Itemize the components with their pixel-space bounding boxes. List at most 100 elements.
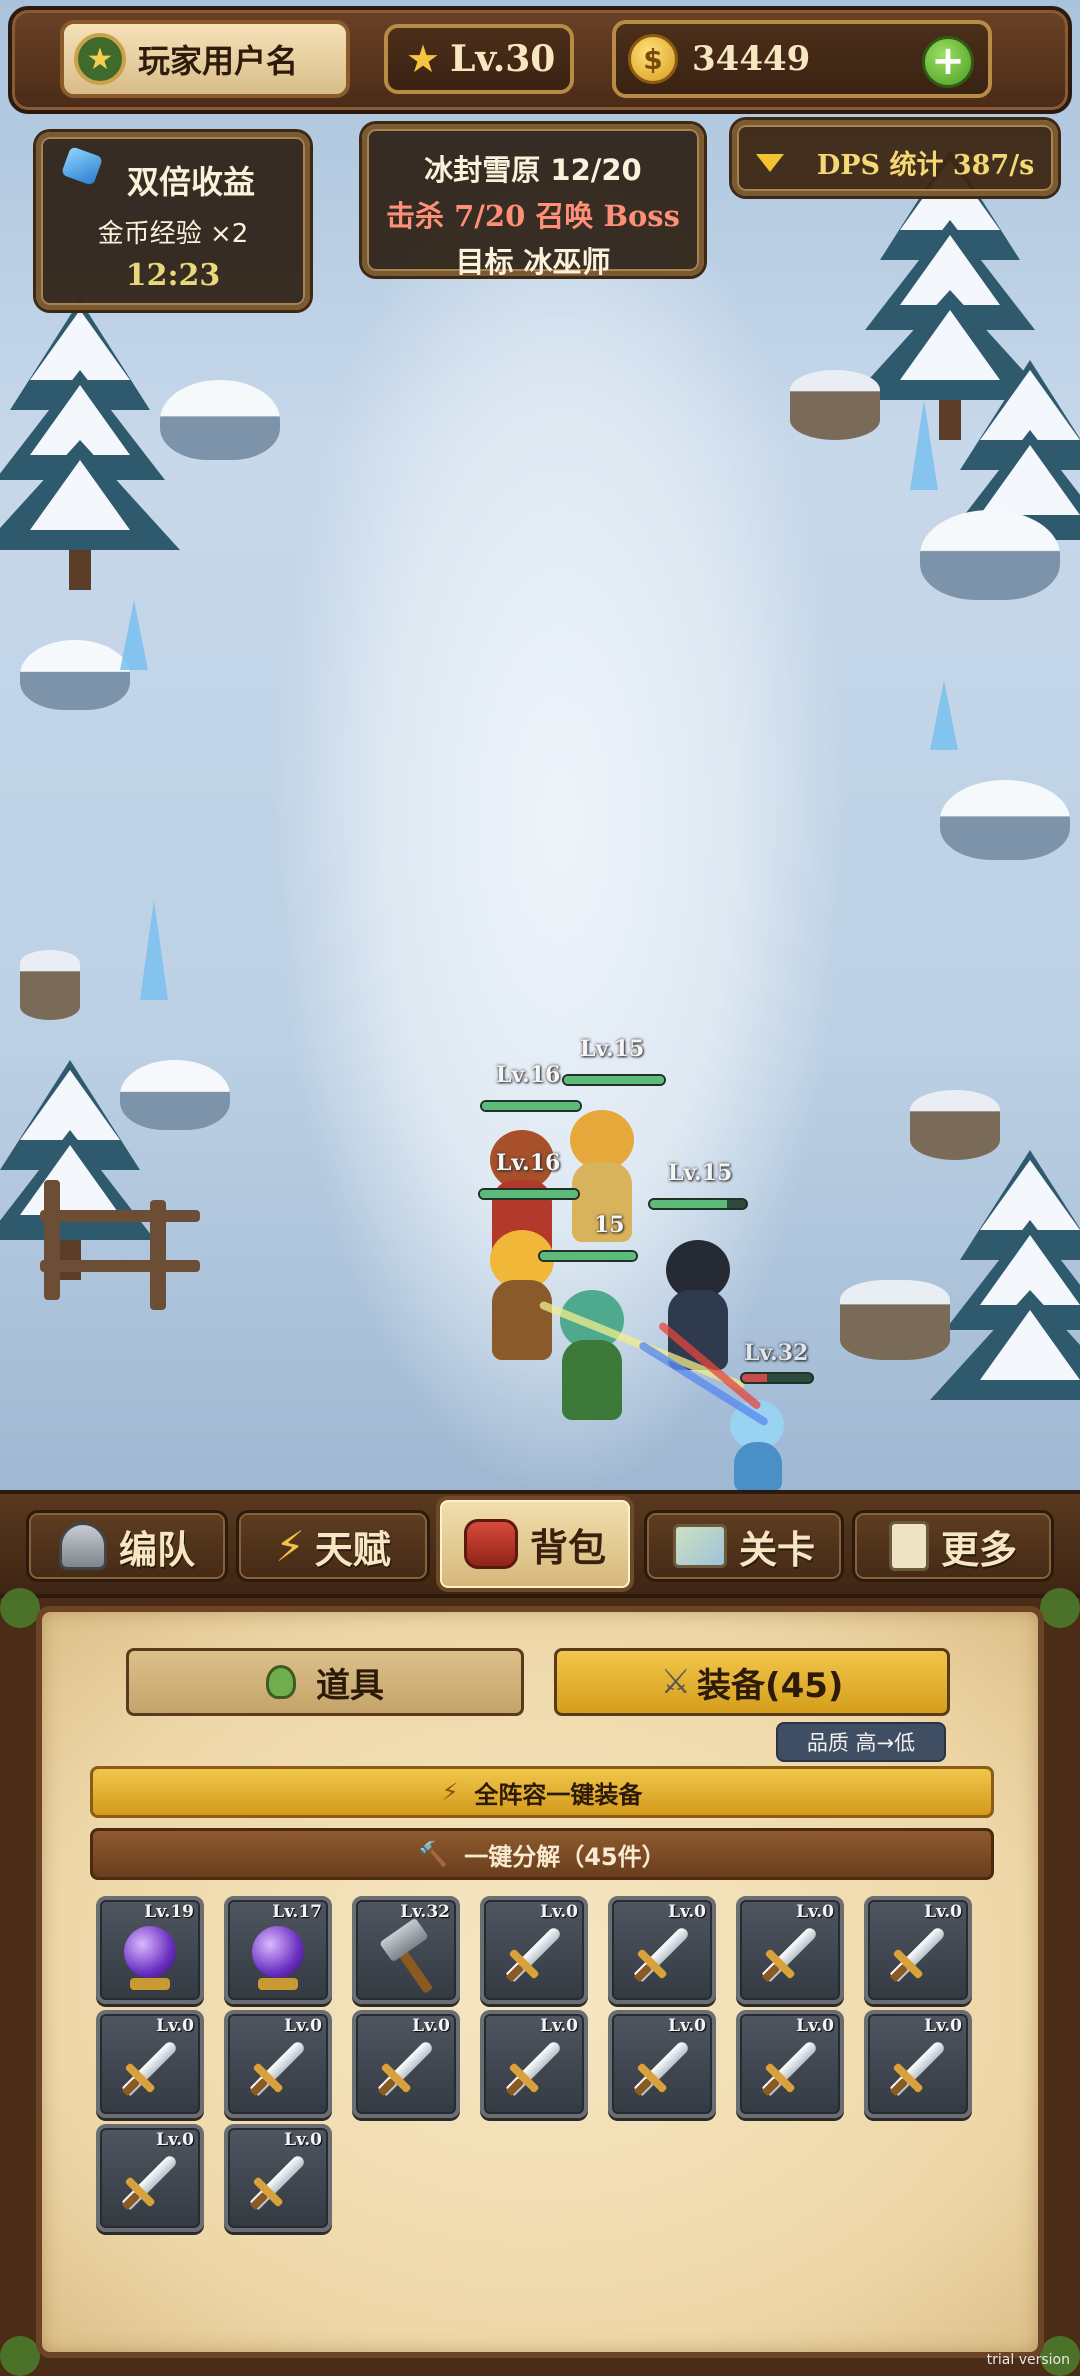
- helmet-icon: [58, 1522, 107, 1570]
- sword-icon: [121, 2153, 179, 2211]
- snowy-rock: [20, 640, 130, 710]
- tab-talent[interactable]: ⚡ 天赋: [236, 1510, 430, 1582]
- inventory-slot[interactable]: Lv.19: [96, 1896, 204, 2004]
- level-plaque: ★ Lv.30: [384, 24, 574, 94]
- hero-level-label: Lv.16: [496, 1062, 561, 1088]
- snow-tree: [0, 300, 180, 600]
- tab-equipment[interactable]: ⚔ 装备(45): [554, 1648, 950, 1716]
- tab-more[interactable]: 更多: [852, 1510, 1054, 1582]
- item-level: Lv.17: [272, 1902, 322, 1922]
- inventory-slot[interactable]: Lv.0: [96, 2124, 204, 2232]
- tab-stage[interactable]: 关卡: [644, 1510, 844, 1582]
- equip-all-button[interactable]: ⚡ 全阵容一键装备: [90, 1766, 994, 1818]
- sword-icon: [889, 1925, 947, 1983]
- scroll-icon: [888, 1521, 929, 1571]
- snowy-rock: [160, 380, 280, 460]
- inventory-panel: 道具 ⚔ 装备(45) 品质 高→低 ⚡ 全阵容一键装备 🔨 一键分解（45件）…: [36, 1606, 1044, 2358]
- inventory-slot[interactable]: Lv.0: [608, 1896, 716, 2004]
- item-level: Lv.0: [284, 2016, 322, 2036]
- wooden-fence: [44, 1180, 60, 1300]
- item-level: Lv.0: [668, 2016, 706, 2036]
- tab-formation[interactable]: 编队: [26, 1510, 228, 1582]
- subtab-label: 装备(45): [697, 1665, 844, 1706]
- stage-panel[interactable]: 冰封雪原 12/20 击杀 7/20 召唤 Boss 目标 冰巫师: [362, 124, 704, 279]
- profile-plaque[interactable]: ★ 玩家用户名: [60, 20, 350, 98]
- inventory-slot[interactable]: Lv.17: [224, 1896, 332, 2004]
- inventory-slot[interactable]: Lv.0: [352, 2010, 460, 2118]
- item-level: Lv.0: [156, 2130, 194, 2150]
- tab-backpack[interactable]: 背包: [436, 1496, 634, 1592]
- inventory-slot[interactable]: Lv.0: [480, 2010, 588, 2118]
- hero-level-label: 15: [594, 1212, 625, 1238]
- subtab-label: 道具: [316, 1665, 384, 1706]
- inventory-slot[interactable]: Lv.0: [480, 1896, 588, 2004]
- snowy-rock: [920, 510, 1060, 600]
- vine-decoration: [0, 2336, 40, 2376]
- dps-panel[interactable]: DPS 统计 387/s: [732, 120, 1058, 196]
- hero-level-label: Lv.16: [496, 1150, 561, 1176]
- inventory-slot[interactable]: Lv.0: [96, 2010, 204, 2118]
- magic-orb-icon: [252, 1926, 304, 1978]
- hero-level-label: Lv.15: [580, 1036, 645, 1062]
- inventory-slot[interactable]: Lv.0: [864, 1896, 972, 2004]
- item-level: Lv.0: [924, 1902, 962, 1922]
- inventory-slot[interactable]: Lv.0: [224, 2010, 332, 2118]
- inventory-slot[interactable]: Lv.32: [352, 1896, 460, 2004]
- hero-hp-bar: [478, 1188, 580, 1200]
- tab-label: 关卡: [738, 1527, 815, 1572]
- salvage-all-button[interactable]: 🔨 一键分解（45件）: [90, 1828, 994, 1880]
- watermark: trial version: [986, 2352, 1070, 2368]
- star-icon: ★: [406, 37, 441, 81]
- item-level: Lv.0: [540, 2016, 578, 2036]
- stage-progress: 冰封雪原 12/20: [424, 153, 642, 187]
- item-level: Lv.19: [144, 1902, 194, 1922]
- bottom-tab-bar: 编队 ⚡ 天赋 背包 关卡 更多: [0, 1490, 1080, 1598]
- magic-orb-icon: [124, 1926, 176, 1978]
- inventory-slot[interactable]: Lv.0: [736, 2010, 844, 2118]
- buff-subtitle: 金币经验 ×2: [97, 219, 249, 249]
- sword-icon: [377, 2039, 435, 2097]
- enemy-level-label: Lv.32: [744, 1340, 809, 1366]
- double-reward-panel[interactable]: 双倍收益 金币经验 ×2 12:23: [36, 132, 310, 310]
- sword-icon: [889, 2039, 947, 2097]
- tab-label: 编队: [118, 1527, 195, 1572]
- item-level: Lv.0: [284, 2130, 322, 2150]
- wooden-fence: [40, 1210, 200, 1222]
- bag-icon: [463, 1519, 518, 1569]
- item-level: Lv.0: [924, 2016, 962, 2036]
- sword-icon: [761, 2039, 819, 2097]
- username: 玩家用户名: [138, 42, 299, 80]
- item-level: Lv.0: [156, 2016, 194, 2036]
- item-level: Lv.32: [400, 1902, 450, 1922]
- top-hud: ★ 玩家用户名 ★ Lv.30 $ 34449 +: [8, 6, 1072, 114]
- tab-label: 背包: [529, 1525, 606, 1570]
- hero-hp-bar: [538, 1250, 638, 1262]
- kill-progress: 击杀 7/20 召唤 Boss: [386, 199, 680, 233]
- item-level: Lv.0: [668, 1902, 706, 1922]
- potion-icon: [266, 1665, 296, 1699]
- inventory-slot[interactable]: Lv.0: [864, 2010, 972, 2118]
- player-level: Lv.30: [450, 38, 556, 80]
- sword-icon: [249, 2039, 307, 2097]
- orb-stand: [258, 1978, 298, 1990]
- inventory-slot[interactable]: Lv.0: [736, 1896, 844, 2004]
- tab-items[interactable]: 道具: [126, 1648, 524, 1716]
- hero-level-label: Lv.15: [668, 1160, 733, 1186]
- vine-decoration: [0, 1588, 40, 1628]
- star-badge-icon: ★: [74, 33, 126, 85]
- sword-icon: [633, 1925, 691, 1983]
- hero-hp-bar: [648, 1198, 748, 1210]
- lightning-icon: ⚡: [275, 1521, 305, 1571]
- salvage-all-label: 一键分解（45件）: [464, 1842, 666, 1871]
- sword-icon: [633, 2039, 691, 2097]
- add-coins-button[interactable]: +: [922, 36, 974, 88]
- inventory-slot[interactable]: Lv.0: [608, 2010, 716, 2118]
- sword-icon: [505, 1925, 563, 1983]
- inventory-slot[interactable]: Lv.0: [224, 2124, 332, 2232]
- dps-label: DPS 统计 387/s: [816, 150, 1035, 181]
- tree-stump: [910, 1090, 1000, 1160]
- vine-decoration: [1040, 1588, 1080, 1628]
- sort-dropdown[interactable]: 品质 高→低: [776, 1722, 946, 1762]
- sword-icon: [761, 1925, 819, 1983]
- tab-label: 更多: [940, 1527, 1017, 1572]
